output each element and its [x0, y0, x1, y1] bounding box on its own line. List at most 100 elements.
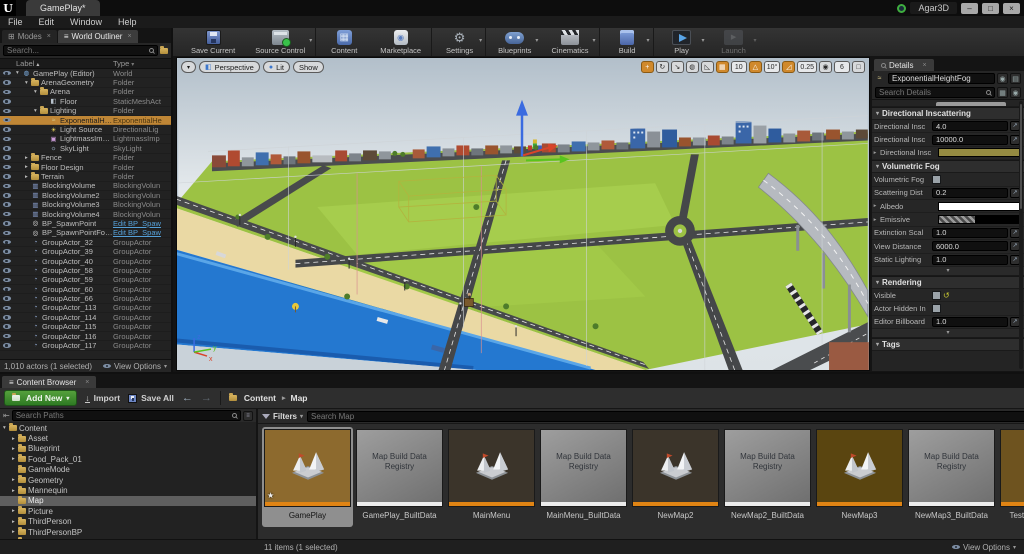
menu-item[interactable]: Edit	[39, 17, 55, 27]
toolbar-button[interactable]: Settings ▾	[434, 28, 486, 56]
outliner-row[interactable]: ▸ Terrain Folder	[0, 172, 171, 181]
dropdown-caret-icon[interactable]: ▾	[702, 37, 705, 44]
import-button[interactable]: ↓Import	[85, 393, 120, 403]
value-input[interactable]: 10000.0	[932, 135, 1008, 145]
value-input[interactable]: 0.2	[932, 188, 1008, 198]
outliner-row[interactable]: Floor StaticMeshAct	[0, 97, 171, 106]
close-icon[interactable]: ×	[47, 33, 51, 40]
checkbox[interactable]	[932, 304, 941, 313]
toolbar-button[interactable]: Marketplace ▾	[370, 28, 432, 56]
dropdown-caret-icon[interactable]: ▾	[647, 37, 650, 44]
toolbar-button[interactable]: Content ▾	[318, 28, 370, 56]
toolbar-button[interactable]: Build ▾	[602, 28, 654, 56]
search-assets-input[interactable]: Search Map	[307, 411, 1024, 422]
scale-snap-button[interactable]: ◿	[782, 61, 795, 73]
viewport-scene[interactable]: z x y	[177, 58, 869, 370]
visibility-eye-icon[interactable]	[3, 343, 11, 348]
menu-item[interactable]: File	[8, 17, 23, 27]
visibility-eye-icon[interactable]	[3, 165, 11, 170]
column-label[interactable]: Label	[16, 59, 39, 68]
outliner-row[interactable]: BlockingVolume2 BlockingVolun	[0, 191, 171, 200]
rotate-tool-button[interactable]: ↻	[656, 61, 669, 73]
details-section-header[interactable]: ▾ Volumetric Fog	[872, 160, 1024, 173]
source-control-status-icon[interactable]	[897, 4, 906, 13]
visibility-eye-icon[interactable]	[3, 287, 11, 292]
visibility-eye-icon[interactable]	[3, 155, 11, 160]
visibility-eye-icon[interactable]	[3, 137, 11, 142]
toolbar-button[interactable]: Cinematics ▾	[541, 28, 599, 56]
value-input[interactable]: 4.0	[932, 121, 1008, 131]
new-folder-icon[interactable]	[160, 48, 168, 54]
visibility-eye-icon[interactable]	[3, 278, 11, 283]
visibility-eye-icon[interactable]	[3, 268, 11, 273]
outliner-row[interactable]: BlockingVolume BlockingVolun	[0, 182, 171, 191]
asset-tile[interactable]: Map Build Data Registry ★ GamePlay	[262, 427, 353, 527]
back-button[interactable]: ←	[182, 392, 193, 404]
outliner-row[interactable]: ▾ GamePlay (Editor) World	[0, 69, 171, 78]
scale-snap-value[interactable]: 0.25	[797, 61, 817, 73]
asset-tile[interactable]: Map Build Data Registry ★ MainMenu_Built…	[538, 427, 629, 527]
outliner-row[interactable]: GroupActor_39 GroupActor	[0, 247, 171, 256]
visibility-eye-icon[interactable]	[3, 249, 11, 254]
outliner-row[interactable]: GroupActor_113 GroupActor	[0, 304, 171, 313]
dropdown-caret-icon[interactable]: ▾	[535, 37, 538, 44]
outliner-row[interactable]: GroupActor_60 GroupActor	[0, 285, 171, 294]
folder-row[interactable]: ▾ Content	[0, 423, 256, 433]
asset-tile[interactable]: Map Build Data Registry ★ NewMap3	[814, 427, 905, 527]
save-all-button[interactable]: Save All	[128, 393, 174, 403]
visibility-eye-icon[interactable]	[3, 221, 11, 226]
asset-tile[interactable]: Map Build Data Registry ★ MainMenu	[446, 427, 537, 527]
scale-tool-button[interactable]: ↘	[671, 61, 684, 73]
display-filter-eye-icon[interactable]: ◉	[1010, 87, 1021, 98]
outliner-row[interactable]: GroupActor_59 GroupActor	[0, 276, 171, 285]
view-options-button[interactable]: View Options▾	[952, 543, 1016, 552]
close-button[interactable]: ×	[1003, 3, 1020, 14]
details-search-input[interactable]: Search Details	[875, 87, 995, 98]
close-icon[interactable]: ×	[922, 62, 926, 69]
outliner-row[interactable]: ▾ Arena Folder	[0, 88, 171, 97]
level-tab[interactable]: GamePlay*	[26, 0, 100, 16]
dropdown-caret-icon[interactable]: ▾	[479, 37, 482, 44]
toolbar-button[interactable]: Source Control ▾	[245, 28, 316, 56]
camera-speed-button[interactable]: ◉	[819, 61, 832, 73]
visibility-eye-icon[interactable]	[3, 184, 11, 189]
grid-snap-button[interactable]: ▦	[716, 61, 729, 73]
dropdown-caret-icon[interactable]: ▾	[754, 37, 757, 44]
outliner-row[interactable]: GroupActor_66 GroupActor	[0, 294, 171, 303]
value-input[interactable]: 1.0	[932, 255, 1008, 265]
dropdown-caret-icon[interactable]: ▾	[593, 37, 596, 44]
expand-advanced-button[interactable]: ▾	[872, 329, 1024, 338]
outliner-row[interactable]: BP_SpawnPoint Edit BP_Spaw	[0, 219, 171, 228]
visibility-eye-icon[interactable]	[3, 202, 11, 207]
show-button[interactable]: Show	[293, 61, 324, 73]
tab-content-browser[interactable]: ≡Content Browser×	[2, 376, 96, 388]
tab-world-outliner[interactable]: ≡World Outliner×	[58, 30, 138, 43]
folder-row[interactable]: ▸ Geometry	[0, 475, 256, 485]
scrollbar-thumb[interactable]	[1019, 103, 1023, 210]
visibility-eye-icon[interactable]	[3, 80, 11, 85]
value-input[interactable]: 1.0	[932, 228, 1008, 238]
camera-speed-value[interactable]: 6	[834, 61, 850, 73]
visibility-eye-icon[interactable]	[3, 306, 11, 311]
search-paths-input[interactable]: Search Paths	[12, 410, 241, 421]
visibility-eye-icon[interactable]	[3, 127, 11, 132]
property-matrix-icon[interactable]: ▦	[997, 87, 1008, 98]
folder-row[interactable]: GameMode	[0, 465, 256, 475]
asset-tile[interactable]: Map Build Data Registry ★ TestFoodBPSpaw…	[998, 427, 1024, 527]
add-new-button[interactable]: Add New▾	[4, 390, 77, 406]
collapse-sources-icon[interactable]: ⇤	[3, 411, 10, 420]
checkbox[interactable]	[932, 291, 941, 300]
visibility-eye-icon[interactable]	[3, 315, 11, 320]
asset-tile[interactable]: Map Build Data Registry ★ NewMap2_BuiltD…	[722, 427, 813, 527]
checkbox[interactable]	[932, 175, 941, 184]
forward-button[interactable]: →	[201, 392, 212, 404]
visibility-eye-icon[interactable]	[3, 296, 11, 301]
sources-view-icon[interactable]: ≡	[243, 411, 253, 421]
outliner-row[interactable]: BP_SpawnPointFood Edit BP_Spaw	[0, 229, 171, 238]
view-options-button[interactable]: View Options▾	[103, 362, 167, 371]
outliner-row[interactable]: GroupActor_115 GroupActor	[0, 323, 171, 332]
toolbar-button[interactable]: Launch ▾	[708, 28, 760, 56]
outliner-row[interactable]: BlockingVolume3 BlockingVolun	[0, 200, 171, 209]
breadcrumb-item[interactable]: Map	[290, 393, 307, 403]
visibility-eye-icon[interactable]	[3, 118, 11, 123]
